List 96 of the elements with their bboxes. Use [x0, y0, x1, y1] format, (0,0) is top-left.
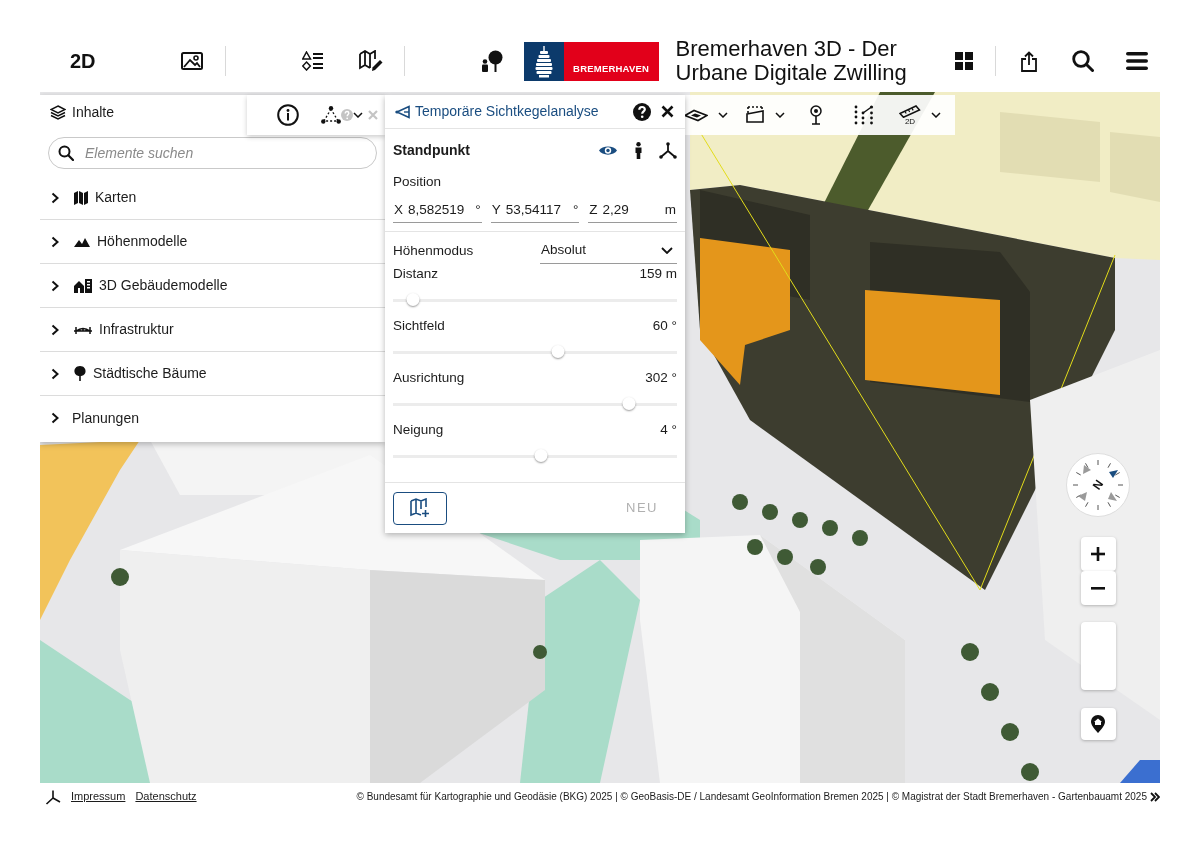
- help-icon[interactable]: [633, 102, 651, 121]
- person-tree-icon[interactable]: [480, 50, 503, 72]
- slider-thumb[interactable]: [622, 397, 636, 410]
- zoom-out-button[interactable]: [1080, 571, 1116, 605]
- tree-item[interactable]: Infrastruktur: [40, 308, 385, 352]
- grid-icon[interactable]: [954, 52, 973, 70]
- tree-crown: [533, 645, 547, 659]
- slider-reading: 60 °: [652, 316, 677, 335]
- tree-crown: [111, 568, 129, 586]
- footer-link[interactable]: Datenschutz: [135, 788, 197, 805]
- shapes-list-icon[interactable]: [301, 51, 324, 71]
- slider-label: Neigung: [393, 420, 444, 439]
- slider-reading: 159 m: [639, 264, 677, 283]
- info-icon[interactable]: [277, 104, 299, 126]
- viewpoint-icon[interactable]: [810, 105, 822, 125]
- search-field[interactable]: Elemente suchen: [48, 137, 377, 169]
- tree-item[interactable]: Planungen: [40, 396, 385, 440]
- slider-label: Distanz: [393, 264, 438, 283]
- measure-2d-button[interactable]: 2D: [899, 104, 921, 126]
- slider-label: Ausrichtung: [393, 368, 465, 387]
- buildings-icon: [74, 278, 92, 293]
- menu-icon[interactable]: [1125, 52, 1148, 70]
- view-mode-toggle[interactable]: 2D: [70, 49, 96, 73]
- tree-crown: [822, 520, 838, 536]
- compass-control[interactable]: N: [1066, 453, 1130, 517]
- view-cone-icon: [395, 104, 411, 119]
- tree-crown: [777, 549, 793, 565]
- bridge-icon: [74, 325, 92, 334]
- person-icon[interactable]: [635, 141, 642, 159]
- coordinate-field[interactable]: Z 2,29 m: [588, 198, 677, 223]
- caret-icon[interactable]: [718, 112, 728, 118]
- share-icon[interactable]: [1020, 50, 1037, 72]
- axes-icon: [45, 788, 61, 805]
- slider-thumb[interactable]: [551, 345, 565, 358]
- tree-item[interactable]: Städtische Bäume: [40, 352, 385, 396]
- tree-item[interactable]: 3D Gebäudemodelle: [40, 264, 385, 308]
- section-title: Standpunkt: [393, 140, 470, 160]
- search-icon: [58, 145, 74, 161]
- close-icon[interactable]: [661, 105, 674, 118]
- chevron-down-icon: [661, 247, 673, 254]
- attribution-text: © Bundesamt für Kartographie und Geodäsie (BKG) 2025 | © GeoBasis-DE / Landesamt GeoInformation Bremen 2025 | © Magistrat der Stadt Bremerhaven - Gartenbauamt 2025: [356, 790, 1147, 804]
- tree-crown: [981, 683, 999, 701]
- caret-icon[interactable]: [775, 112, 785, 118]
- app-title: Bremerhaven 3D - Der Urbane Digitale Zwilling: [675, 37, 908, 85]
- clip-box-icon[interactable]: [745, 106, 765, 124]
- tree-crown: [961, 643, 979, 661]
- logo-wordmark: BREMERHAVEN: [563, 41, 659, 81]
- tree-item[interactable]: Karten: [40, 176, 385, 220]
- minus-icon: [1091, 586, 1105, 590]
- water-area: [1120, 760, 1160, 783]
- axes-icon[interactable]: [659, 141, 677, 159]
- slider-reading: 302 °: [645, 368, 677, 387]
- mountains-icon: [74, 236, 90, 247]
- map-plus-icon: [410, 498, 430, 518]
- slider-thumb[interactable]: [534, 449, 548, 462]
- footer-link[interactable]: Impressum: [71, 788, 126, 805]
- ship-emblem-icon: [523, 41, 564, 81]
- double-chevron-icon[interactable]: [1150, 791, 1160, 802]
- add-map-button[interactable]: [393, 491, 447, 525]
- dotted-line-icon[interactable]: [854, 104, 874, 126]
- tree-crown: [762, 504, 778, 520]
- tree-crown: [852, 530, 868, 546]
- tree-crown: [1021, 763, 1039, 781]
- map-pencil-icon[interactable]: [358, 50, 383, 72]
- image-icon[interactable]: [180, 52, 203, 70]
- tree-crown: [1001, 723, 1019, 741]
- caret-icon[interactable]: [931, 112, 941, 118]
- panel-title: Temporäre Sichtkegelanalyse: [415, 102, 599, 121]
- layers-icon: [50, 105, 66, 120]
- tree-crown: [732, 494, 748, 510]
- triangle-nodes-icon[interactable]: [321, 106, 341, 124]
- slider-label: Sichtfeld: [393, 316, 445, 335]
- eye-icon[interactable]: [598, 143, 618, 157]
- map-icon: [74, 190, 88, 205]
- home-pin-icon: [1091, 715, 1105, 733]
- height-mode-select[interactable]: Absolut: [540, 238, 677, 264]
- tree-item[interactable]: Höhenmodelle: [40, 220, 385, 264]
- empty-control-panel: [1080, 622, 1116, 690]
- tree-crown: [792, 512, 808, 528]
- field-label: Position: [393, 172, 442, 191]
- home-button[interactable]: [1080, 708, 1116, 740]
- plus-icon: [1091, 547, 1105, 561]
- tree-crown: [747, 539, 763, 555]
- coordinate-field[interactable]: Y 53,54117 °: [490, 198, 580, 223]
- tree-crown: [810, 559, 826, 575]
- search-icon[interactable]: [1071, 50, 1094, 72]
- caret-icon[interactable]: [353, 112, 363, 118]
- zoom-in-button[interactable]: [1080, 537, 1116, 571]
- panel-title: Inhalte: [72, 103, 115, 122]
- field-label: Höhenmodus: [393, 241, 474, 260]
- plane-tool-icon[interactable]: [684, 108, 708, 122]
- slider-thumb[interactable]: [406, 293, 420, 306]
- ruler-icon: [899, 104, 921, 118]
- coordinate-field[interactable]: X 8,582519 °: [393, 198, 482, 223]
- tree-icon: [74, 366, 86, 381]
- slider-reading: 4 °: [660, 420, 677, 439]
